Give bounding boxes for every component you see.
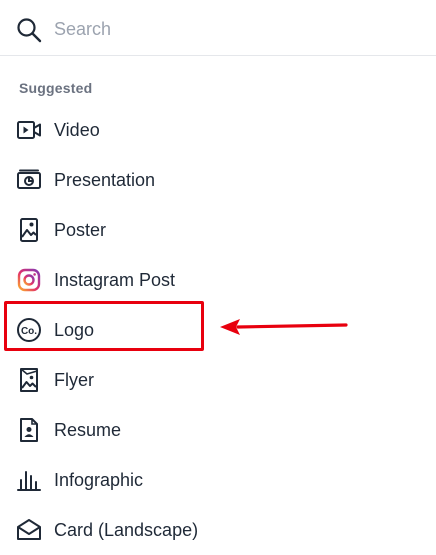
menu-item-label: Video	[54, 119, 100, 140]
menu-item-label: Logo	[54, 319, 95, 340]
card-icon	[16, 517, 42, 543]
presentation-icon	[16, 167, 42, 193]
menu-item-flyer[interactable]: Flyer	[0, 355, 436, 405]
menu-item-label: Resume	[54, 419, 122, 440]
search-input[interactable]	[54, 14, 414, 44]
poster-icon	[16, 217, 42, 243]
menu-item-label: Flyer	[54, 369, 94, 390]
infographic-icon	[16, 467, 42, 493]
menu-item-label: Instagram Post	[54, 269, 176, 290]
menu-item-poster[interactable]: Poster	[0, 205, 436, 255]
resume-icon	[16, 417, 42, 443]
menu-item-label: Presentation	[54, 169, 156, 190]
search-icon[interactable]	[16, 17, 42, 43]
menu-item-instagram-post[interactable]: Instagram Post	[0, 255, 436, 305]
menu-item-infographic[interactable]: Infographic	[0, 455, 436, 505]
menu-item-label: Card (Landscape)	[54, 519, 199, 540]
menu-item-presentation[interactable]: Presentation	[0, 155, 436, 205]
video-icon	[16, 117, 42, 143]
menu-item-label: Poster	[54, 219, 107, 240]
menu-item-logo[interactable]: Co. Logo	[0, 305, 436, 355]
suggested-list: Video Presentation Poster Instagram Post…	[0, 105, 436, 555]
flyer-icon	[16, 367, 42, 393]
instagram-icon	[16, 267, 42, 293]
logo-icon: Co.	[16, 317, 42, 343]
menu-item-card-landscape[interactable]: Card (Landscape)	[0, 505, 436, 555]
menu-item-video[interactable]: Video	[0, 105, 436, 155]
section-label-suggested: Suggested	[19, 80, 93, 96]
menu-item-resume[interactable]: Resume	[0, 405, 436, 455]
svg-text:Co.: Co.	[21, 326, 37, 337]
search-bar[interactable]	[0, 0, 436, 56]
menu-item-label: Infographic	[54, 469, 144, 490]
